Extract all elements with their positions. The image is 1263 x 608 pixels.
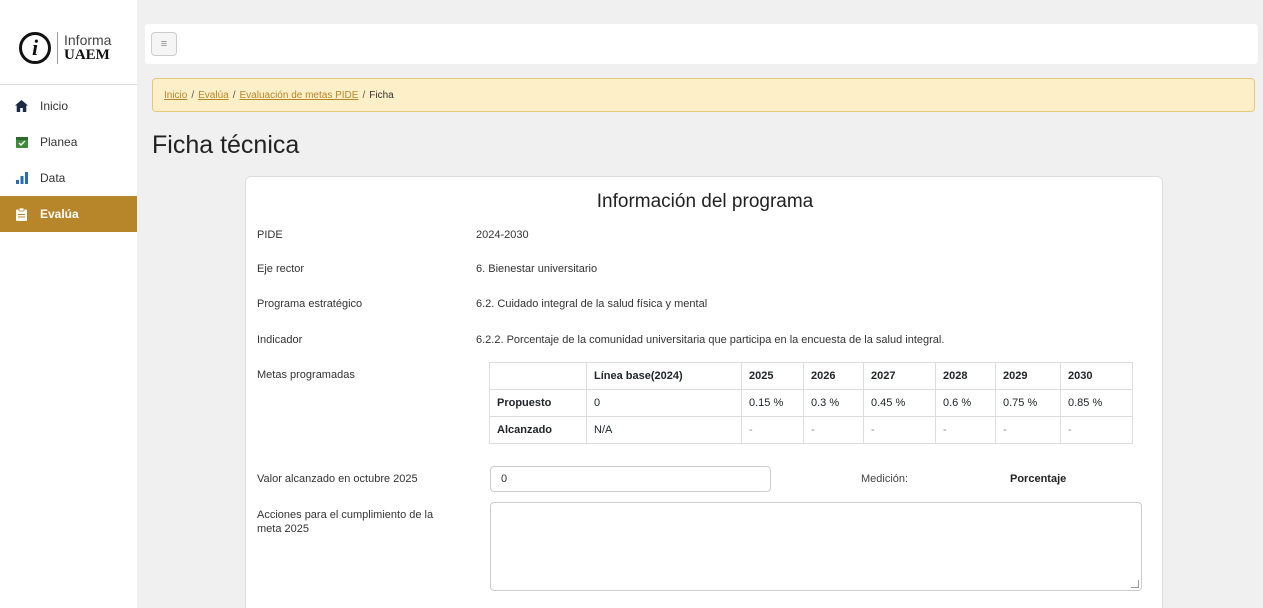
program-info-card: Información del programa PIDE 2024-2030 … — [245, 176, 1163, 608]
table-cell: 0.75 % — [995, 389, 1061, 417]
hamburger-menu-button[interactable]: ≡ — [151, 32, 177, 56]
table-cell: - — [863, 416, 936, 444]
table-cell: - — [995, 416, 1061, 444]
logo-separator — [57, 32, 58, 64]
field-value-programa: 6.2. Cuidado integral de la salud física… — [476, 298, 708, 310]
table-cell: - — [803, 416, 864, 444]
table-header-cell: Línea base(2024) — [586, 362, 742, 390]
breadcrumb-separator: / — [362, 89, 366, 101]
sidebar-item-label: Evalúa — [40, 207, 79, 221]
clipboard-icon — [15, 207, 28, 221]
menu-icon: ≡ — [160, 38, 168, 50]
metas-table: Línea base(2024) 2025 2026 2027 2028 202… — [489, 362, 1133, 444]
sidebar-item-label: Planea — [40, 135, 78, 149]
breadcrumb-link-evalua[interactable]: Evalúa — [198, 90, 229, 101]
breadcrumb-link-evaluacion-metas[interactable]: Evaluación de metas PIDE — [240, 90, 359, 101]
page-title: Ficha técnica — [152, 131, 300, 159]
sidebar-item-data[interactable]: Data — [0, 160, 137, 196]
field-value-eje-rector: 6. Bienestar universitario — [476, 263, 598, 275]
table-header-row: Línea base(2024) 2025 2026 2027 2028 202… — [489, 362, 1133, 390]
calendar-icon — [15, 136, 28, 149]
table-cell: 0 — [586, 389, 742, 417]
table-header-cell — [489, 362, 587, 390]
table-cell: - — [935, 416, 996, 444]
sidebar-divider — [0, 84, 137, 85]
table-header-cell: 2030 — [1060, 362, 1133, 390]
table-cell: 0.6 % — [935, 389, 996, 417]
sidebar-item-evalua[interactable]: Evalúa — [0, 196, 137, 232]
field-value-pide: 2024-2030 — [476, 229, 529, 241]
logo-line1: Informa — [64, 32, 112, 48]
sidebar-nav: Inicio Planea Data Evalúa — [0, 88, 137, 232]
table-header-cell: 2029 — [995, 362, 1061, 390]
bar-chart-icon — [15, 172, 28, 185]
table-cell: - — [741, 416, 804, 444]
field-value-indicador: 6.2.2. Porcentaje de la comunidad univer… — [476, 334, 945, 346]
sidebar: i Informa UAEM Inicio Planea Data Evalúa — [0, 0, 137, 608]
sidebar-item-planea[interactable]: Planea — [0, 124, 137, 160]
table-header-cell: 2028 — [935, 362, 996, 390]
table-cell: 0.45 % — [863, 389, 936, 417]
sidebar-item-inicio[interactable]: Inicio — [0, 88, 137, 124]
info-icon: i — [19, 32, 51, 64]
valor-alcanzado-value: 0 — [501, 473, 508, 485]
sidebar-item-label: Data — [40, 171, 66, 185]
top-bar: ≡ — [145, 24, 1258, 64]
table-header-cell: 2026 — [803, 362, 864, 390]
app-logo[interactable]: i Informa UAEM — [19, 28, 111, 68]
table-cell: N/A — [586, 416, 742, 444]
medicion-label: Medición: — [861, 473, 909, 485]
table-row: Alcanzado N/A - - - - - - — [489, 416, 1133, 444]
field-label-metas: Metas programadas — [257, 369, 355, 381]
card-title: Información del programa — [596, 191, 814, 212]
table-cell: Propuesto — [489, 389, 587, 417]
home-icon — [15, 100, 28, 113]
field-label-valor: Valor alcanzado en octubre 2025 — [257, 473, 418, 485]
resize-handle-icon[interactable] — [1131, 580, 1139, 588]
field-label-eje-rector: Eje rector — [257, 263, 305, 275]
breadcrumb-link-inicio[interactable]: Inicio — [164, 90, 187, 101]
field-label-pide: PIDE — [257, 229, 283, 241]
table-cell: 0.85 % — [1060, 389, 1133, 417]
table-header-cell: 2025 — [741, 362, 804, 390]
table-row: Propuesto 0 0.15 % 0.3 % 0.45 % 0.6 % 0.… — [489, 389, 1133, 417]
table-cell: 0.15 % — [741, 389, 804, 417]
table-cell: Alcanzado — [489, 416, 587, 444]
field-label-acciones: Acciones para el cumplimiento de la meta… — [257, 509, 434, 535]
table-cell: 0.3 % — [803, 389, 864, 417]
breadcrumb-separator: / — [191, 89, 195, 101]
medicion-value: Porcentaje — [1010, 473, 1067, 485]
logo-line2: UAEM — [64, 47, 110, 63]
acciones-textarea[interactable] — [490, 502, 1142, 591]
breadcrumb: Inicio / Evalúa / Evaluación de metas PI… — [152, 78, 1255, 112]
breadcrumb-separator: / — [232, 89, 236, 101]
breadcrumb-current: Ficha — [369, 89, 394, 101]
valor-alcanzado-input[interactable]: 0 — [490, 466, 771, 492]
field-label-programa: Programa estratégico — [257, 298, 363, 310]
field-label-indicador: Indicador — [257, 334, 303, 346]
table-cell: - — [1060, 416, 1133, 444]
sidebar-item-label: Inicio — [40, 99, 69, 113]
table-header-cell: 2027 — [863, 362, 936, 390]
